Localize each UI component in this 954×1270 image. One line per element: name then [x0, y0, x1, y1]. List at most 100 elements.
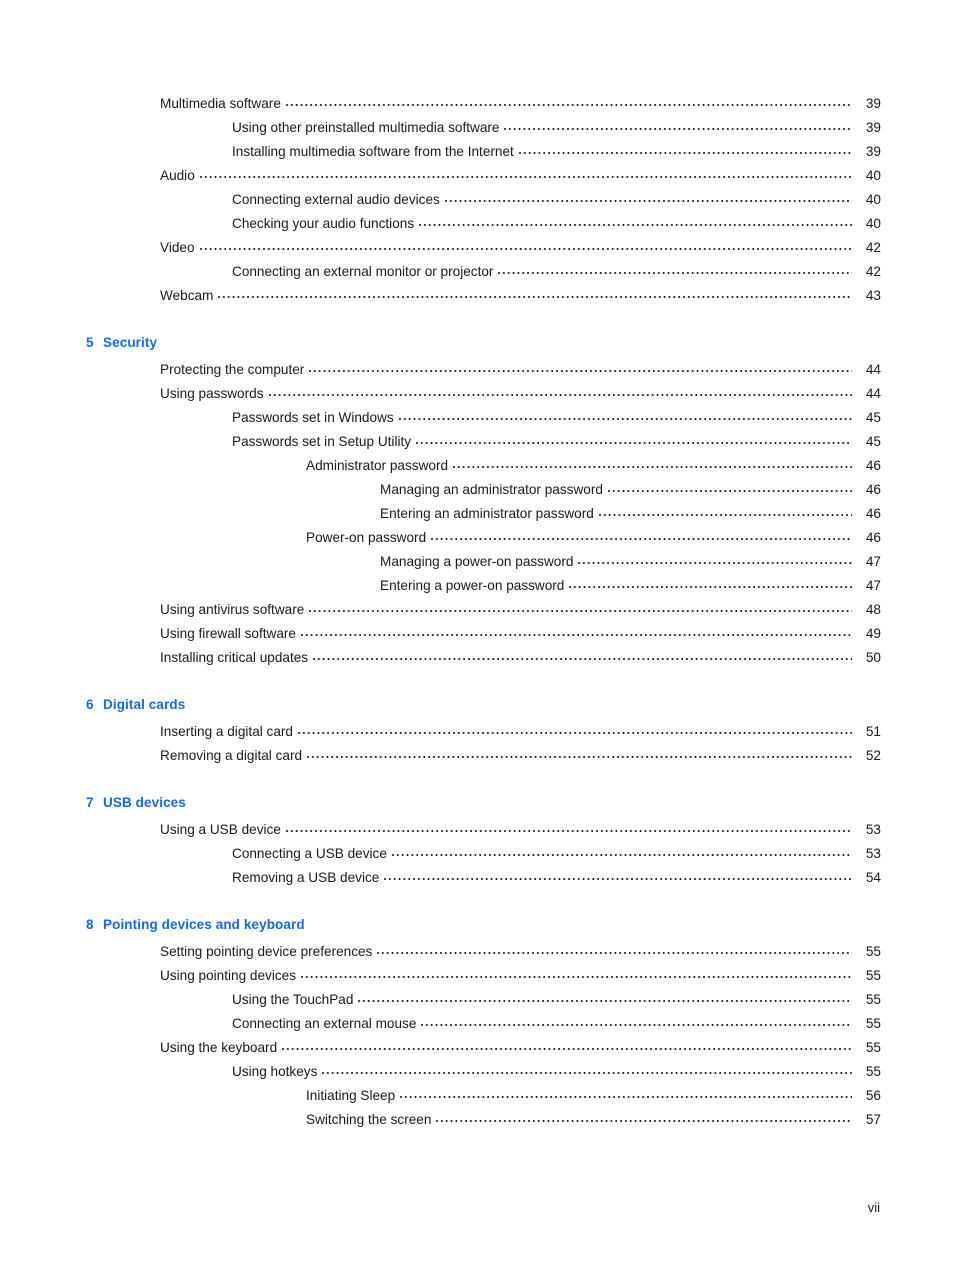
toc-entry-page-number: 40 [865, 168, 881, 183]
toc-entry-page-number: 46 [865, 506, 881, 521]
toc-entry-page-number: 42 [865, 264, 881, 279]
toc-entry[interactable]: Using hotkeys 55 [232, 1060, 954, 1084]
toc-entry[interactable]: Multimedia software 39 [160, 92, 954, 116]
toc-entry-page-number: 44 [865, 386, 881, 401]
dot-leader [436, 1111, 852, 1124]
chapter-title: Pointing devices and keyboard [103, 917, 305, 932]
dot-leader [285, 95, 852, 108]
toc-entry[interactable]: Switching the screen 57 [306, 1108, 954, 1132]
toc-entry-label: Connecting an external mouse [232, 1016, 417, 1031]
toc-entry-page-number: 52 [865, 748, 881, 763]
dot-leader [199, 239, 852, 252]
toc-entry[interactable]: Passwords set in Setup Utility 45 [232, 430, 954, 454]
dot-leader [199, 167, 852, 180]
toc-entry-label: Connecting external audio devices [232, 192, 440, 207]
toc-entry[interactable]: Installing multimedia software from the … [232, 140, 954, 164]
toc-entry-label: Power-on password [306, 530, 427, 545]
toc-entry-page-number: 46 [865, 482, 881, 497]
toc-entry-label: Webcam [160, 288, 214, 303]
toc-entry-label: Video [160, 240, 195, 255]
chapter-heading[interactable]: 8 Pointing devices and keyboard [86, 890, 954, 940]
toc-entry[interactable]: Inserting a digital card 51 [160, 720, 954, 744]
toc-entry[interactable]: Power-on password 46 [306, 526, 954, 550]
toc-entry[interactable]: Managing an administrator password 46 [380, 478, 954, 502]
toc-entry-label: Using hotkeys [232, 1064, 318, 1079]
dot-leader [298, 723, 852, 736]
dot-leader [377, 943, 852, 956]
toc-entry-page-number: 45 [865, 434, 881, 449]
toc-entry[interactable]: Using the keyboard 55 [160, 1036, 954, 1060]
toc-entry[interactable]: Connecting external audio devices 40 [232, 188, 954, 212]
toc-entry[interactable]: Using firewall software 49 [160, 622, 954, 646]
toc-entry-page-number: 47 [865, 554, 881, 569]
toc-entry[interactable]: Checking your audio functions 40 [232, 212, 954, 236]
toc-entry[interactable]: Connecting a USB device 53 [232, 842, 954, 866]
chapter-title: Digital cards [103, 697, 186, 712]
toc-entry[interactable]: Passwords set in Windows 45 [232, 406, 954, 430]
toc-entry-page-number: 39 [865, 120, 881, 135]
toc-entry[interactable]: Using antivirus software 48 [160, 598, 954, 622]
toc-entry[interactable]: Entering an administrator password 46 [380, 502, 954, 526]
toc-entry-page-number: 55 [865, 1064, 881, 1079]
toc-entry[interactable]: Installing critical updates 50 [160, 646, 954, 670]
toc-entry-page-number: 47 [865, 578, 881, 593]
toc-entry-page-number: 49 [865, 626, 881, 641]
toc-entry[interactable]: Setting pointing device preferences 55 [160, 940, 954, 964]
chapter-heading[interactable]: 5 Security [86, 308, 954, 358]
toc-entry[interactable]: Connecting an external monitor or projec… [232, 260, 954, 284]
toc-entry-label: Removing a digital card [160, 748, 303, 763]
dot-leader [421, 1015, 852, 1028]
toc-entry[interactable]: Using a USB device 53 [160, 818, 954, 842]
toc-entry-label: Using the keyboard [160, 1040, 278, 1055]
toc-entry-label: Installing multimedia software from the … [232, 144, 514, 159]
dot-leader [313, 649, 852, 662]
dot-leader [309, 601, 852, 614]
chapter-number: 5 [86, 335, 94, 350]
toc-entry[interactable]: Managing a power-on password 47 [380, 550, 954, 574]
chapter-number: 8 [86, 917, 94, 932]
toc-entry-page-number: 54 [865, 870, 881, 885]
toc-entry-page-number: 51 [865, 724, 881, 739]
toc-entry[interactable]: Removing a digital card 52 [160, 744, 954, 768]
toc-entry-page-number: 44 [865, 362, 881, 377]
toc-entry-page-number: 56 [865, 1088, 881, 1103]
toc-entry[interactable]: Webcam 43 [160, 284, 954, 308]
dot-leader [384, 869, 852, 882]
table-of-contents: Multimedia software 39 Using other preinst… [0, 92, 954, 1132]
toc-entry-label: Using pointing devices [160, 968, 297, 983]
dot-leader [218, 287, 852, 300]
toc-entry-label: Connecting a USB device [232, 846, 387, 861]
dot-leader [518, 143, 852, 156]
dot-leader [607, 481, 852, 494]
toc-entry[interactable]: Video 42 [160, 236, 954, 260]
toc-group: 5 Security Protecting the computer 44 Using … [0, 308, 954, 670]
toc-entry-page-number: 57 [865, 1112, 881, 1127]
toc-entry-page-number: 55 [865, 992, 881, 1007]
toc-entry-label: Managing an administrator password [380, 482, 603, 497]
toc-entry-page-number: 43 [865, 288, 881, 303]
toc-entry[interactable]: Removing a USB device 54 [232, 866, 954, 890]
toc-entry-page-number: 39 [865, 144, 881, 159]
dot-leader [598, 505, 852, 518]
toc-entry[interactable]: Entering a power-on password 47 [380, 574, 954, 598]
page-number-footer: vii [867, 1200, 880, 1215]
toc-entry[interactable]: Administrator password 46 [306, 454, 954, 478]
toc-entry[interactable]: Using the TouchPad 55 [232, 988, 954, 1012]
toc-entry-label: Installing critical updates [160, 650, 309, 665]
toc-entry[interactable]: Initiating Sleep 56 [306, 1084, 954, 1108]
dot-leader [282, 1039, 852, 1052]
toc-entry[interactable]: Audio 40 [160, 164, 954, 188]
toc-entry-label: Passwords set in Setup Utility [232, 434, 412, 449]
toc-entry-page-number: 55 [865, 944, 881, 959]
dot-leader [578, 553, 852, 566]
chapter-heading[interactable]: 6 Digital cards [86, 670, 954, 720]
toc-entry[interactable]: Connecting an external mouse 55 [232, 1012, 954, 1036]
toc-entry-label: Switching the screen [306, 1112, 432, 1127]
chapter-heading[interactable]: 7 USB devices [86, 768, 954, 818]
toc-entry[interactable]: Using passwords 44 [160, 382, 954, 406]
toc-entry[interactable]: Using pointing devices 55 [160, 964, 954, 988]
dot-leader [431, 529, 852, 542]
toc-entry[interactable]: Using other preinstalled multimedia soft… [232, 116, 954, 140]
toc-entry[interactable]: Protecting the computer 44 [160, 358, 954, 382]
dot-leader [300, 625, 852, 638]
